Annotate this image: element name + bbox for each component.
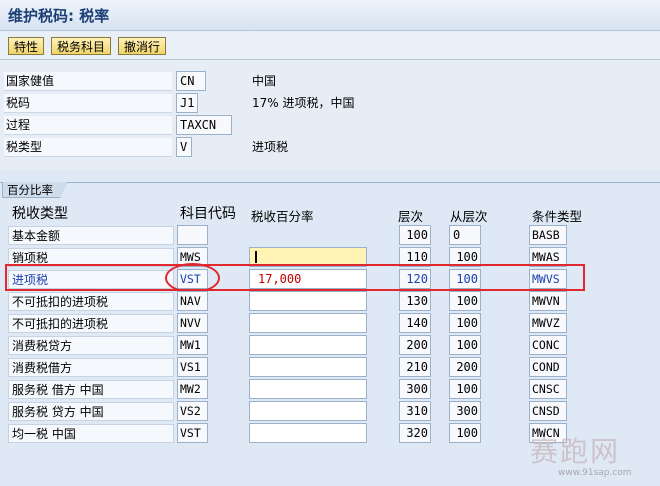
from-level-field: 0	[449, 225, 481, 245]
tab-strip-line	[0, 182, 660, 183]
row-label: 均一税 中国	[8, 424, 174, 443]
account-key-field[interactable]: NAV	[177, 291, 208, 311]
col-from-level: 从层次	[450, 209, 488, 224]
tab-percentage-rates[interactable]: 百分比率	[2, 182, 68, 198]
account-key-field[interactable]: MW2	[177, 379, 208, 399]
from-level-field: 100	[449, 423, 481, 443]
condition-type-field: BASB	[529, 225, 567, 245]
row-label: 不可抵扣的进项税	[8, 292, 174, 311]
level-field: 140	[399, 313, 431, 333]
tax-rate-input[interactable]	[249, 357, 367, 377]
from-level-field: 100	[449, 379, 481, 399]
country-key-field[interactable]: CN	[176, 71, 206, 91]
row-label: 不可抵扣的进项税	[8, 314, 174, 333]
col-account-key: 科目代码	[180, 206, 236, 222]
tax-type-desc: 进项税	[252, 140, 289, 154]
level-field: 210	[399, 357, 431, 377]
delete-row-button[interactable]: 撤消行	[118, 37, 167, 55]
properties-button[interactable]: 特性	[8, 37, 45, 55]
country-key-label: 国家健值	[4, 72, 172, 91]
col-tax-type: 税收类型	[12, 206, 68, 222]
tax-accounts-button[interactable]: 税务科目	[51, 37, 112, 55]
tax-rate-input[interactable]	[249, 335, 367, 355]
watermark-text: 赛跑网	[530, 435, 621, 468]
tax-rate-input[interactable]	[249, 423, 367, 443]
account-key-field[interactable]: MW1	[177, 335, 208, 355]
level-field: 310	[399, 401, 431, 421]
tax-code-desc: 17% 进项税，中国	[252, 96, 355, 110]
from-level-field: 200	[449, 357, 481, 377]
condition-type-field: CNSC	[529, 379, 567, 399]
text-cursor	[255, 251, 257, 263]
condition-type-field: MWVN	[529, 291, 567, 311]
row-label: 消费税贷方	[8, 336, 174, 355]
tax-rate-input[interactable]	[249, 379, 367, 399]
tax-rate-input[interactable]	[249, 401, 367, 421]
col-condition-type: 条件类型	[532, 209, 583, 224]
condition-type-field: CNSD	[529, 401, 567, 421]
tax-code-field[interactable]: J1	[176, 93, 198, 113]
from-level-field: 100	[449, 291, 481, 311]
tax-type-field[interactable]: V	[176, 137, 192, 157]
row-label: 服务税 贷方 中国	[8, 402, 174, 421]
level-field: 300	[399, 379, 431, 399]
account-key-field[interactable]	[177, 225, 208, 245]
condition-type-field: COND	[529, 357, 567, 377]
watermark-url: www.91sap.com	[558, 468, 632, 478]
country-key-desc: 中国	[252, 74, 277, 88]
procedure-field[interactable]: TAXCN	[176, 115, 232, 135]
tax-rate-input[interactable]	[249, 291, 367, 311]
account-key-field[interactable]: NVV	[177, 313, 208, 333]
account-key-field[interactable]: VS2	[177, 401, 208, 421]
row-label: 服务税 借方 中国	[8, 380, 174, 399]
title-bar: 维护税码: 税率	[0, 0, 660, 31]
from-level-field: 100	[449, 335, 481, 355]
highlight-row-frame	[5, 264, 585, 291]
col-level: 层次	[398, 209, 424, 224]
tax-rate-input[interactable]	[249, 313, 367, 333]
page-title: 维护税码: 税率	[8, 7, 110, 25]
account-key-field[interactable]: VST	[177, 423, 208, 443]
col-tax-rate: 税收百分率	[251, 209, 314, 224]
condition-type-field: MWVZ	[529, 313, 567, 333]
condition-type-field: CONC	[529, 335, 567, 355]
tax-code-label: 税码	[4, 94, 172, 113]
level-field: 130	[399, 291, 431, 311]
application-toolbar: 特性 税务科目 撤消行	[0, 31, 660, 60]
from-level-field: 100	[449, 313, 481, 333]
level-field: 100	[399, 225, 431, 245]
level-field: 200	[399, 335, 431, 355]
level-field: 320	[399, 423, 431, 443]
row-label: 消费税借方	[8, 358, 174, 377]
watermark: 赛跑网 www.91sap.com	[500, 430, 658, 484]
account-key-field[interactable]: VS1	[177, 357, 208, 377]
row-label: 基本金额	[8, 226, 174, 245]
procedure-label: 过程	[4, 116, 172, 135]
from-level-field: 300	[449, 401, 481, 421]
tax-type-label: 税类型	[4, 138, 172, 157]
highlight-ellipse	[165, 263, 220, 293]
